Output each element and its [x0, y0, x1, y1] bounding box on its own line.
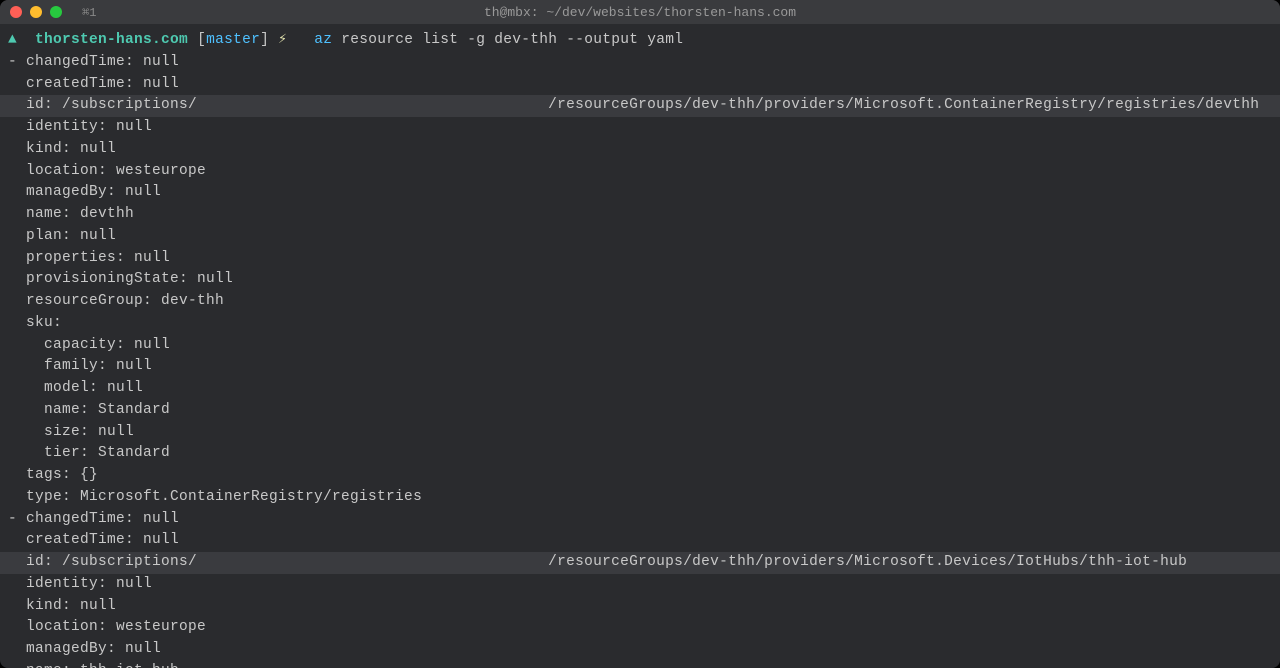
close-button[interactable]	[10, 6, 22, 18]
output-line: managedBy: null	[8, 639, 1272, 661]
output-line: - changedTime: null	[8, 52, 1272, 74]
traffic-lights	[10, 6, 62, 18]
output-line: type: Microsoft.ContainerRegistry/regist…	[8, 487, 1272, 509]
command-output: - changedTime: null createdTime: null id…	[8, 52, 1272, 668]
prompt-symbol-icon: ▲	[8, 32, 17, 48]
output-line: id: /subscriptions/ /resourceGroups/dev-…	[0, 95, 1280, 117]
title-bar: ⌘1 th@mbx: ~/dev/websites/thorsten-hans.…	[0, 0, 1280, 24]
prompt-line: ▲ thorsten-hans.com [master] ⚡ az resour…	[8, 30, 1272, 52]
output-line: identity: null	[8, 117, 1272, 139]
output-line: tier: Standard	[8, 443, 1272, 465]
output-line: tags: {}	[8, 465, 1272, 487]
output-line: family: null	[8, 356, 1272, 378]
command-arguments: resource list -g dev-thh --output yaml	[341, 32, 683, 48]
output-line: resourceGroup: dev-thh	[8, 291, 1272, 313]
output-line: name: devthh	[8, 204, 1272, 226]
prompt-cwd: thorsten-hans.com	[35, 32, 188, 48]
output-line: size: null	[8, 422, 1272, 444]
terminal-window: ⌘1 th@mbx: ~/dev/websites/thorsten-hans.…	[0, 0, 1280, 668]
git-branch: master	[206, 32, 260, 48]
output-line: location: westeurope	[8, 161, 1272, 183]
lightning-icon: ⚡	[278, 32, 287, 48]
output-line: kind: null	[8, 596, 1272, 618]
output-line: location: westeurope	[8, 617, 1272, 639]
output-line: kind: null	[8, 139, 1272, 161]
output-line: createdTime: null	[8, 74, 1272, 96]
output-line: sku:	[8, 313, 1272, 335]
output-line: createdTime: null	[8, 530, 1272, 552]
window-title: th@mbx: ~/dev/websites/thorsten-hans.com	[484, 5, 796, 20]
output-line: name: thh-iot-hub	[8, 661, 1272, 668]
output-line: model: null	[8, 378, 1272, 400]
terminal-content[interactable]: ▲ thorsten-hans.com [master] ⚡ az resour…	[0, 24, 1280, 668]
output-line: - changedTime: null	[8, 509, 1272, 531]
output-line: identity: null	[8, 574, 1272, 596]
maximize-button[interactable]	[50, 6, 62, 18]
output-line: provisioningState: null	[8, 269, 1272, 291]
output-line: capacity: null	[8, 335, 1272, 357]
output-line: properties: null	[8, 248, 1272, 270]
keyboard-shortcut-hint: ⌘1	[82, 5, 96, 20]
output-line: plan: null	[8, 226, 1272, 248]
output-line: managedBy: null	[8, 182, 1272, 204]
output-line: name: Standard	[8, 400, 1272, 422]
output-line: id: /subscriptions/ /resourceGroups/dev-…	[0, 552, 1280, 574]
command-executable: az	[314, 32, 332, 48]
minimize-button[interactable]	[30, 6, 42, 18]
